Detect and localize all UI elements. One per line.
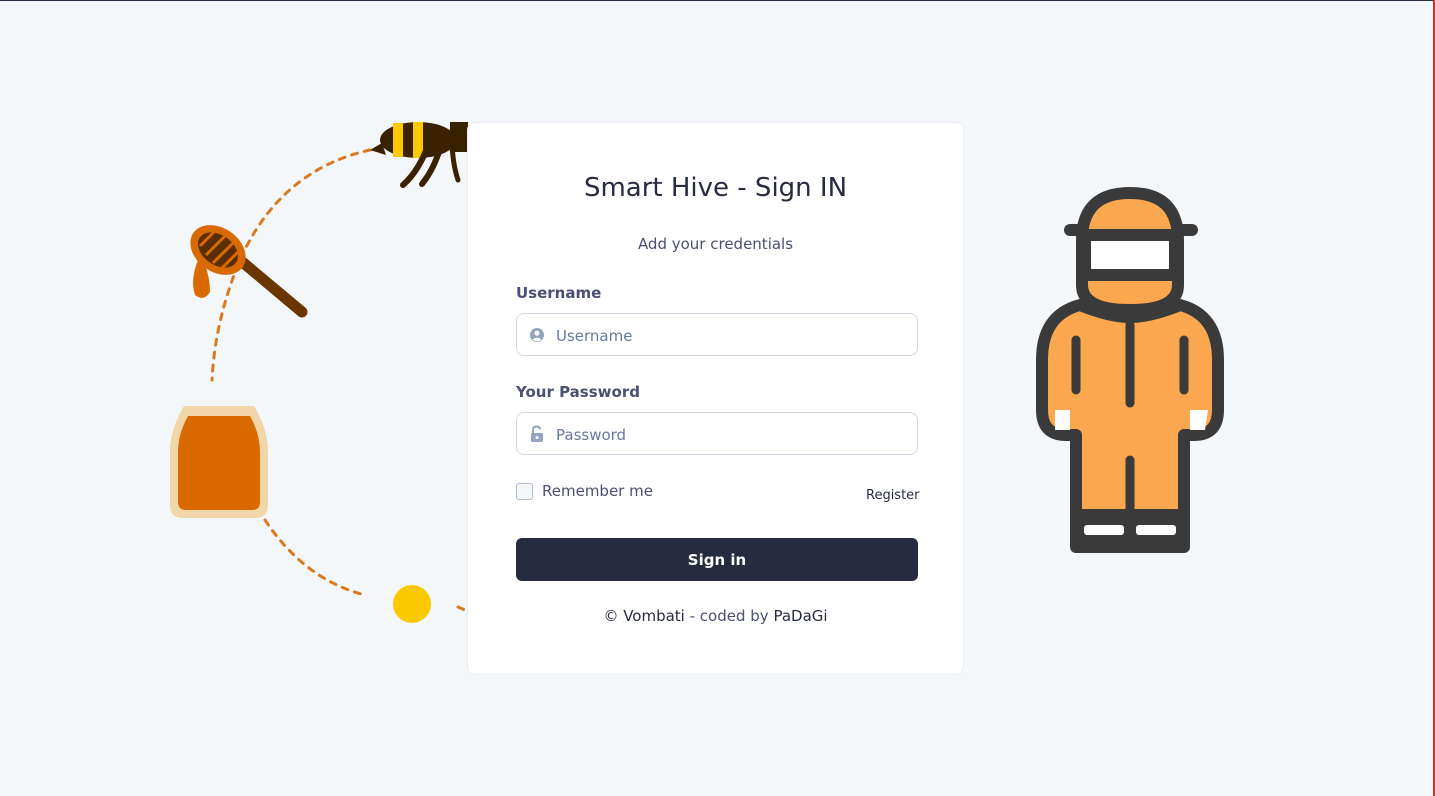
username-input[interactable] (554, 314, 913, 357)
page-subtitle: Add your credentials (637, 235, 794, 253)
remember-me-label[interactable]: Remember me (542, 482, 653, 500)
password-field[interactable] (516, 412, 918, 456)
login-card: Smart Hive - Sign IN Add your credential… (467, 122, 964, 675)
sign-in-button[interactable]: Sign in (516, 538, 918, 581)
user-circle-icon (530, 328, 544, 342)
footer-credits: © Vombati - coded by PaDaGi (468, 607, 963, 625)
honey-jar-icon (170, 406, 268, 518)
username-label: Username (516, 284, 602, 302)
top-border (0, 0, 1435, 1)
dashed-arc (210, 148, 467, 612)
honey-dipper-icon (190, 225, 308, 318)
footer-copyright: © Vombati (603, 607, 685, 625)
left-illustration (170, 122, 468, 623)
password-input[interactable] (554, 413, 913, 456)
sun-dot-icon (393, 585, 431, 623)
register-link[interactable]: Register (866, 488, 920, 503)
unlock-icon (531, 425, 543, 442)
bee-icon (370, 122, 468, 188)
password-label: Your Password (516, 383, 640, 401)
beekeeper-icon (1036, 187, 1224, 553)
remember-me-checkbox[interactable] (516, 483, 533, 500)
username-field[interactable] (516, 313, 918, 357)
footer-author-link[interactable]: PaDaGi (773, 607, 827, 625)
page-title: Smart Hive - Sign IN (583, 173, 848, 203)
footer-coded-by: - coded by (684, 607, 774, 625)
